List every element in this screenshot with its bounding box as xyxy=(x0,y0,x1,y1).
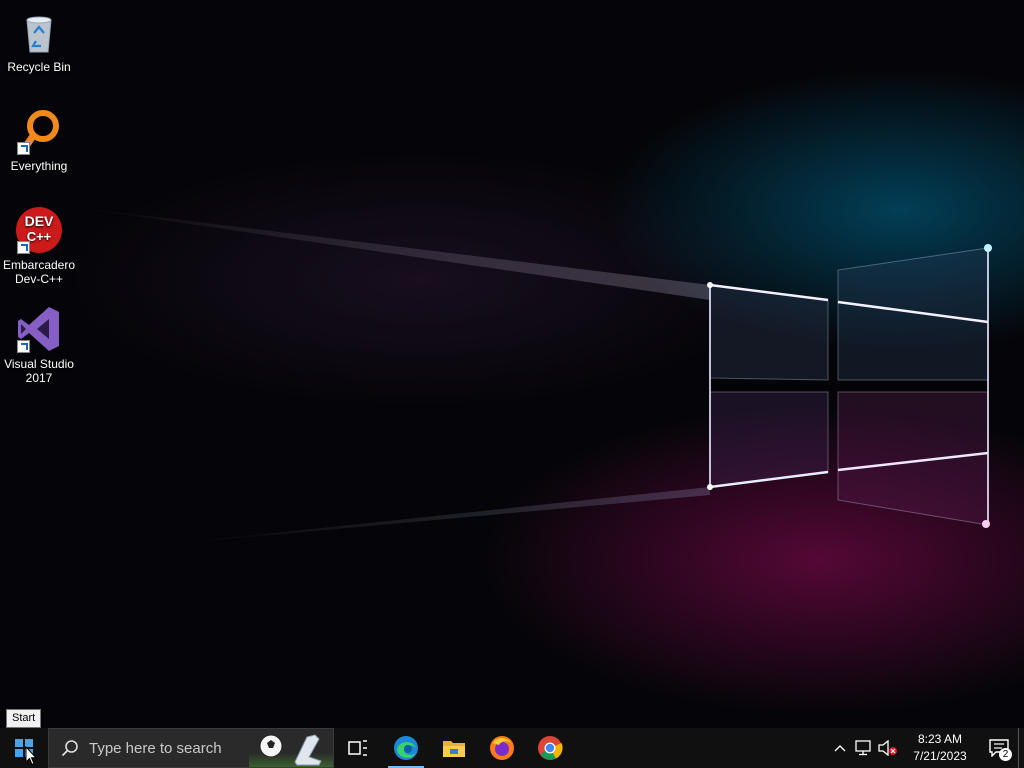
start-tooltip: Start xyxy=(6,709,42,728)
search-box[interactable]: Type here to search xyxy=(48,728,334,768)
shortcut-arrow-icon xyxy=(17,340,30,353)
desktop-icon-everything[interactable]: Everything xyxy=(0,107,78,173)
edge-icon xyxy=(394,736,418,760)
start-button[interactable] xyxy=(0,728,48,768)
desktop-icon-dev-cpp[interactable]: DEV C++ Embarcadero Dev-C++ xyxy=(0,206,78,286)
clock[interactable]: 8:23 AM 7/21/2023 xyxy=(904,731,976,765)
search-placeholder: Type here to search xyxy=(89,739,222,757)
task-view-icon xyxy=(348,740,367,756)
shortcut-arrow-icon xyxy=(17,142,30,155)
dev-cpp-icon: DEV C++ xyxy=(15,206,63,254)
volume-button[interactable] xyxy=(876,728,900,768)
mouse-cursor-icon xyxy=(25,746,37,766)
desktop-icon-label: Recycle Bin xyxy=(7,60,71,74)
shortcut-arrow-icon xyxy=(17,241,30,254)
taskbar-app-file-explorer[interactable] xyxy=(430,728,478,768)
everything-search-icon xyxy=(15,107,63,155)
network-icon xyxy=(855,740,871,756)
network-button[interactable] xyxy=(852,728,876,768)
recycle-bin-icon xyxy=(15,8,63,56)
folder-icon xyxy=(443,741,465,757)
desktop-icon-label: Embarcadero Dev-C++ xyxy=(2,258,76,286)
visual-studio-icon xyxy=(15,305,63,353)
show-desktop-button[interactable] xyxy=(1018,728,1024,768)
chevron-up-icon xyxy=(834,745,846,752)
desktop-icon-label: Visual Studio 2017 xyxy=(4,357,74,385)
show-hidden-icons-button[interactable] xyxy=(828,728,852,768)
windows-logo-wallpaper xyxy=(60,205,992,545)
search-highlight-image xyxy=(249,729,333,767)
clock-time: 8:23 AM xyxy=(917,732,963,746)
desktop-icon-label: Everything xyxy=(10,159,68,173)
svg-text:DEV: DEV xyxy=(25,213,54,229)
taskbar-app-chrome[interactable] xyxy=(526,728,574,768)
taskbar-app-edge[interactable] xyxy=(382,728,430,768)
taskbar-app-firefox[interactable] xyxy=(478,728,526,768)
svg-text:C++: C++ xyxy=(27,229,52,244)
search-icon xyxy=(61,740,78,757)
volume-muted-icon xyxy=(878,740,897,756)
task-view-button[interactable] xyxy=(334,728,382,768)
firefox-icon xyxy=(490,736,514,760)
desktop[interactable]: Recycle Bin Everything DEV C++ Embarcade… xyxy=(0,0,1024,728)
desktop-icon-visual-studio[interactable]: Visual Studio 2017 xyxy=(0,305,78,385)
notification-count-badge: 2 xyxy=(999,748,1012,761)
system-tray: 8:23 AM 7/21/2023 2 xyxy=(828,728,1024,768)
taskbar: Type here to search 8:23 AM 7/21/2023 2 xyxy=(0,728,1024,768)
clock-date: 7/21/2023 xyxy=(913,749,967,763)
desktop-icon-recycle-bin[interactable]: Recycle Bin xyxy=(0,8,78,74)
chrome-icon xyxy=(538,736,563,760)
action-center-button[interactable]: 2 xyxy=(980,728,1018,768)
